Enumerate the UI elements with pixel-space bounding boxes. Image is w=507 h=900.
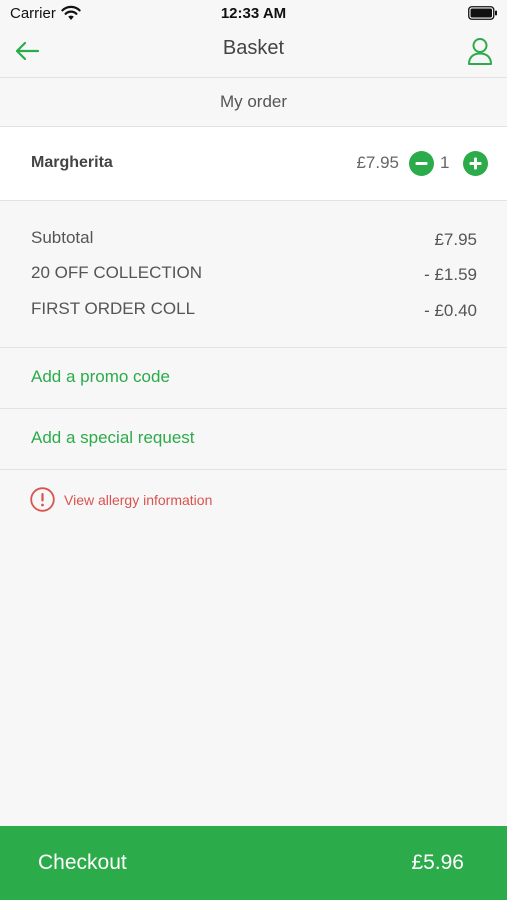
- profile-button[interactable]: [465, 34, 495, 68]
- special-request-label: Add a special request: [31, 428, 195, 447]
- promo-code-label: Add a promo code: [31, 367, 170, 386]
- basket-item: Margherita £7.95 1: [0, 127, 507, 201]
- section-title: My order: [219, 92, 288, 111]
- subtotal-label: Subtotal: [31, 228, 94, 247]
- page-title: Basket: [222, 37, 285, 59]
- plus-icon: [469, 157, 482, 170]
- allergy-info-label: View allergy information: [64, 492, 213, 508]
- subtotal-line: Subtotal £7.95: [31, 228, 477, 252]
- battery-icon: [468, 6, 498, 20]
- add-special-request-button[interactable]: Add a special request: [0, 409, 507, 470]
- add-promo-code-button[interactable]: Add a promo code: [0, 348, 507, 409]
- minus-icon: [415, 162, 428, 165]
- section-header: My order: [0, 78, 507, 127]
- first-order-discount-label: FIRST ORDER COLL: [31, 299, 196, 318]
- increase-quantity-button[interactable]: [463, 151, 488, 176]
- item-quantity: 1: [440, 153, 450, 172]
- first-order-discount-value: - £0.40: [424, 301, 477, 320]
- first-order-discount-line: FIRST ORDER COLL - £0.40: [31, 299, 477, 323]
- discount-line: 20 OFF COLLECTION - £1.59: [31, 263, 477, 287]
- decrease-quantity-button[interactable]: [409, 151, 434, 176]
- nav-bar: Basket: [0, 28, 507, 78]
- subtotal-value: £7.95: [434, 230, 477, 249]
- order-totals: Subtotal £7.95 20 OFF COLLECTION - £1.59…: [0, 201, 507, 348]
- discount-label: 20 OFF COLLECTION: [31, 263, 202, 282]
- warning-icon: [30, 487, 55, 512]
- user-icon: [468, 38, 492, 65]
- discount-value: - £1.59: [424, 265, 477, 284]
- item-price: £7.95: [356, 153, 399, 172]
- item-name: Margherita: [31, 154, 113, 171]
- checkout-label: Checkout: [38, 851, 127, 874]
- status-time: 12:33 AM: [220, 5, 287, 22]
- checkout-total: £5.96: [411, 851, 464, 874]
- checkout-button[interactable]: Checkout £5.96: [0, 826, 507, 900]
- status-bar: Carrier 12:33 AM: [0, 0, 507, 28]
